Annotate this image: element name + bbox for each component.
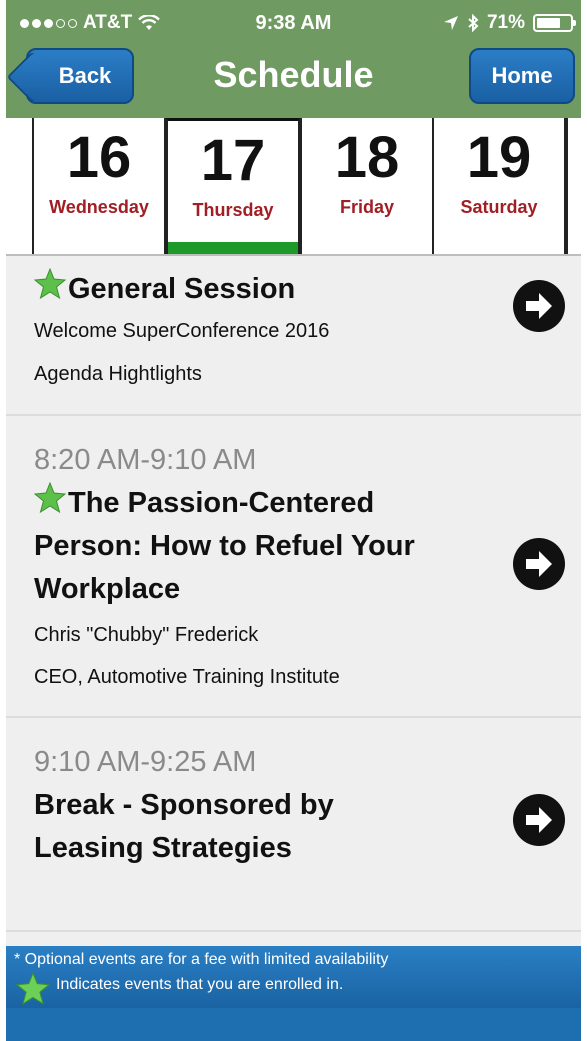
- session-detail-arrow-icon[interactable]: [513, 794, 565, 846]
- session-title: General Session: [34, 268, 474, 311]
- session-detail-arrow-icon[interactable]: [513, 280, 565, 332]
- optional-events-note: * Optional events are for a fee with lim…: [14, 951, 389, 968]
- session-time: 8:20 AM-9:10 AM: [34, 444, 257, 476]
- date-number: 16: [66, 125, 132, 190]
- date-weekday: Friday: [339, 197, 395, 217]
- star-icon: [34, 482, 66, 514]
- session-detail: Welcome SuperConference 2016: [34, 320, 330, 342]
- session-item[interactable]: 9:10 AM-9:25 AM Break - Sponsored by Lea…: [6, 718, 581, 932]
- session-title: The Passion-Centered Person: How to Refu…: [34, 482, 474, 611]
- session-detail: Agenda Hightlights: [34, 363, 202, 385]
- date-number: 19: [466, 125, 532, 190]
- back-button-label: Back: [58, 63, 112, 88]
- date-number: 18: [334, 125, 400, 190]
- date-tab-19[interactable]: 19 Saturday: [432, 118, 566, 254]
- star-icon: [34, 268, 66, 300]
- enrolled-star-icon: [15, 972, 51, 1006]
- date-tab-17[interactable]: 17 Thursday: [166, 118, 300, 254]
- top-bar: AT&T 9:38 AM 71% Back Schedule Home: [6, 0, 581, 118]
- date-tab-16[interactable]: 16 Wednesday: [32, 118, 166, 254]
- date-tab-18[interactable]: 18 Friday: [300, 118, 434, 254]
- status-bar: AT&T 9:38 AM 71%: [6, 0, 581, 44]
- enrolled-events-note: Indicates events that you are enrolled i…: [56, 976, 344, 993]
- session-time: 9:10 AM-9:25 AM: [34, 746, 257, 778]
- location-arrow-icon: [443, 16, 458, 30]
- date-weekday: Saturday: [460, 197, 538, 217]
- session-title: Break - Sponsored by Leasing Strategies: [34, 789, 334, 864]
- battery-percent: 71%: [486, 12, 525, 33]
- home-button[interactable]: Home: [469, 48, 575, 104]
- app-screen: AT&T 9:38 AM 71% Back Schedule Home 16 W…: [6, 0, 581, 1041]
- status-right: 71%: [443, 12, 576, 34]
- battery-icon: [533, 14, 576, 32]
- date-tab-edge: [566, 118, 568, 254]
- session-detail-arrow-icon[interactable]: [513, 538, 565, 590]
- session-detail: Chris "Chubby" Frederick: [34, 624, 259, 646]
- bluetooth-icon: [468, 14, 479, 32]
- date-weekday: Wednesday: [49, 197, 149, 217]
- legend-footer: * Optional events are for a fee with lim…: [6, 946, 581, 1041]
- session-item[interactable]: General Session Welcome SuperConference …: [6, 256, 581, 416]
- date-number: 17: [200, 128, 266, 193]
- session-detail: CEO, Automotive Training Institute: [34, 666, 340, 688]
- date-selector: 16 Wednesday 17 Thursday 18 Friday 19 Sa…: [6, 118, 581, 256]
- date-weekday: Thursday: [192, 200, 274, 220]
- session-item[interactable]: 8:20 AM-9:10 AM The Passion-Centered Per…: [6, 416, 581, 718]
